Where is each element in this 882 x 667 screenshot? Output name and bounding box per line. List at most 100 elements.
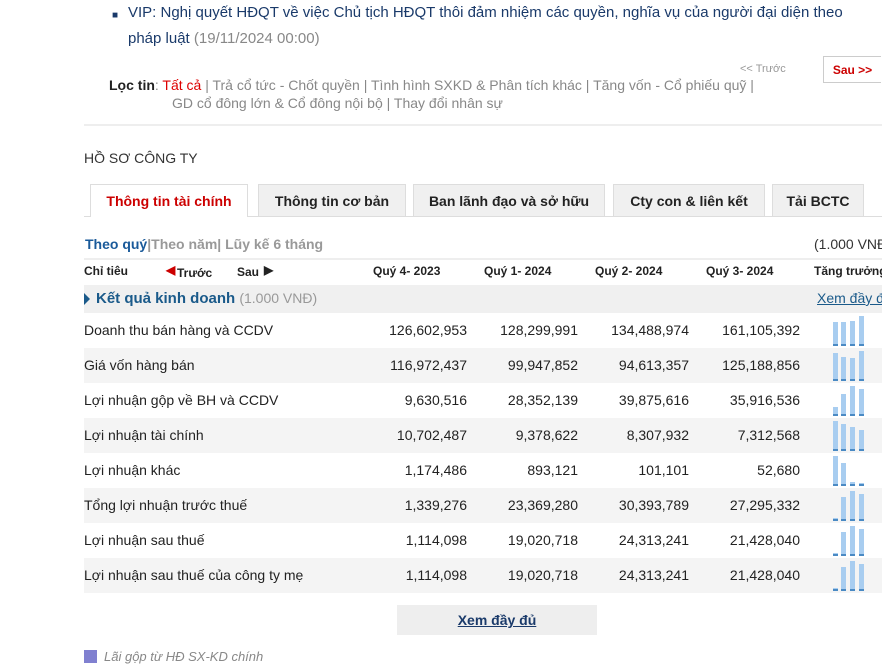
col-growth: Tăng trưởng [814, 264, 882, 278]
growth-bar [841, 567, 846, 591]
growth-bar [850, 358, 855, 381]
row-value: 30,393,789 [618, 497, 689, 513]
tab-subsidiaries[interactable]: Cty con & liên kết [613, 184, 765, 216]
period-selector: Theo quý|Theo năm| Lũy kế 6 tháng [85, 236, 323, 252]
growth-bar [850, 561, 855, 591]
row-label: Lợi nhuận tài chính [84, 427, 204, 443]
col-indicator: Chỉ tiêu [84, 264, 128, 278]
table-row: Lợi nhuận khác 1,174,486 893,121 101,101 52,… [84, 453, 882, 488]
triangle-left-icon[interactable]: ◀ [166, 263, 175, 277]
period-ytd[interactable]: | Lũy kế 6 tháng [217, 236, 323, 252]
group-unit: (1.000 VNĐ) [239, 290, 318, 306]
legend-swatch [84, 650, 97, 663]
growth-bar [850, 482, 855, 486]
growth-bar [859, 351, 864, 381]
table-header: Chỉ tiêu ◀ Trước Sau ▶ Quý 4- 2023 Quý 1… [84, 258, 882, 287]
table-row: Doanh thu bán hàng và CCDV 126,602,953 128… [84, 313, 882, 348]
row-value: 125,188,856 [722, 357, 800, 373]
growth-bar [841, 322, 846, 346]
row-value: 19,020,718 [507, 567, 578, 583]
filter-options-2[interactable]: GD cổ đông lớn & Cổ đông nội bộ | Thay đ… [109, 94, 809, 112]
row-label: Lợi nhuận khác [84, 462, 181, 478]
growth-bar [859, 529, 864, 556]
next-page-button[interactable]: Sau >> [823, 56, 881, 83]
table-row: Lợi nhuận gộp về BH và CCDV 9,630,516 28,3… [84, 383, 882, 418]
growth-bar [833, 553, 838, 556]
growth-bar [833, 322, 838, 346]
growth-bar [850, 321, 855, 346]
row-label: Lợi nhuận gộp về BH và CCDV [84, 392, 279, 408]
growth-bar [850, 491, 855, 521]
filter-options-1[interactable]: | Trả cổ tức - Chốt quyền | Tình hình SX… [201, 77, 754, 93]
row-value: 52,680 [757, 462, 800, 478]
row-value: 134,488,974 [611, 322, 689, 338]
news-filter: Lọc tin: Tất cả | Trả cổ tức - Chốt quyề… [109, 76, 809, 112]
row-value: 19,020,718 [507, 532, 578, 548]
growth-bar [850, 386, 855, 416]
group-header[interactable]: Kết quả kinh doanh (1.000 VNĐ) Xem đầy đ… [84, 285, 882, 313]
growth-bar [833, 588, 838, 591]
prev-page-link[interactable]: << Trước [740, 63, 786, 75]
tab-download-reports[interactable]: Tải BCTC [772, 184, 864, 216]
group-title: Kết quả kinh doanh [96, 290, 236, 307]
row-value: 99,947,852 [507, 357, 578, 373]
legend-label: Lãi gộp từ HĐ SX-KD chính [104, 649, 264, 664]
row-label: Tổng lợi nhuận trước thuế [84, 497, 248, 513]
row-value: 21,428,040 [729, 532, 800, 548]
growth-bar [833, 353, 838, 381]
triangle-right-icon[interactable]: ▶ [264, 263, 273, 277]
expand-icon[interactable] [84, 293, 90, 305]
view-all-button[interactable]: Xem đầy đủ [397, 605, 597, 635]
row-value: 21,428,040 [729, 567, 800, 583]
growth-bar [859, 564, 864, 591]
row-value: 101,101 [638, 462, 689, 478]
row-value: 126,602,953 [389, 322, 467, 338]
row-value: 9,630,516 [404, 392, 467, 408]
row-value: 893,121 [527, 462, 578, 478]
growth-bar [859, 430, 864, 451]
table-row: Lợi nhuận tài chính 10,702,487 9,378,622 8,… [84, 418, 882, 453]
row-value: 7,312,568 [737, 427, 800, 443]
growth-bar [859, 316, 864, 346]
prev-period-button[interactable]: Trước [177, 266, 212, 280]
row-value: 94,613,357 [618, 357, 689, 373]
growth-bar [841, 357, 846, 381]
row-label: Lợi nhuận sau thuế của công ty mẹ [84, 567, 304, 583]
group-view-all-link[interactable]: Xem đầy đủ [817, 290, 882, 306]
growth-bar [850, 526, 855, 556]
row-value: 116,972,437 [390, 357, 467, 373]
col-q4: Quý 3- 2024 [706, 264, 774, 278]
row-label: Lợi nhuận sau thuế [84, 532, 205, 548]
period-quarter[interactable]: Theo quý [85, 236, 147, 252]
filter-all[interactable]: Tất cả [162, 77, 201, 93]
row-value: 23,369,280 [507, 497, 578, 513]
news-item[interactable]: ■ VIP: Nghị quyết HĐQT về việc Chủ tịch … [112, 0, 852, 52]
row-value: 24,313,241 [618, 532, 689, 548]
section-title: HỒ SƠ CÔNG TY [84, 150, 198, 166]
growth-bar [841, 394, 846, 416]
chart-legend: Lãi gộp từ HĐ SX-KD chính [84, 649, 263, 664]
tab-bar: Thông tin tài chính Thông tin cơ bản Ban… [84, 184, 882, 217]
row-value: 1,114,098 [405, 532, 467, 548]
growth-bar [859, 389, 864, 416]
growth-bar [841, 424, 846, 451]
growth-bar [833, 421, 838, 451]
row-value: 1,174,486 [404, 462, 467, 478]
row-value: 39,875,616 [618, 392, 689, 408]
unit-label: (1.000 VNĐ) [814, 236, 882, 252]
table-row: Lợi nhuận sau thuế 1,114,098 19,020,718 24,… [84, 523, 882, 558]
row-value: 9,378,622 [515, 427, 578, 443]
row-value: 161,105,392 [722, 322, 800, 338]
tab-financial-info[interactable]: Thông tin tài chính [90, 184, 248, 217]
growth-bar [859, 483, 864, 486]
growth-bar [850, 427, 855, 451]
filter-label: Lọc tin [109, 77, 155, 93]
row-value: 1,339,276 [404, 497, 467, 513]
next-period-button[interactable]: Sau [237, 265, 259, 279]
tab-basic-info[interactable]: Thông tin cơ bản [258, 184, 406, 216]
growth-bar [833, 407, 838, 416]
table-row: Lợi nhuận sau thuế của công ty mẹ 1,114,0… [84, 558, 882, 593]
tab-management[interactable]: Ban lãnh đạo và sở hữu [413, 184, 605, 216]
period-year[interactable]: |Theo năm [147, 236, 217, 252]
row-value: 128,299,991 [500, 322, 578, 338]
